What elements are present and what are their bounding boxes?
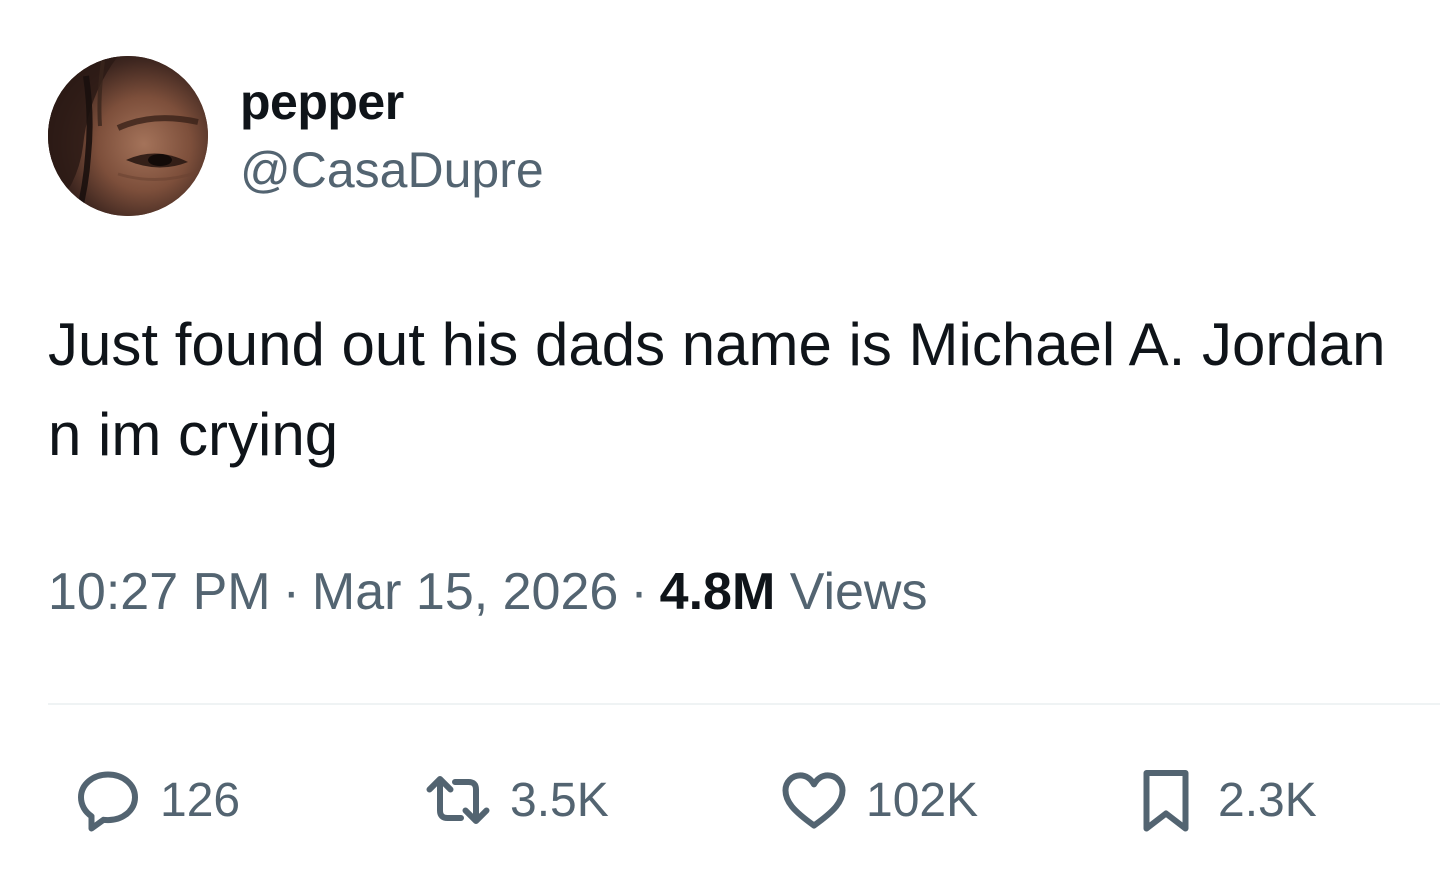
- bookmark-icon: [1124, 758, 1208, 842]
- reply-button[interactable]: 126: [66, 760, 240, 840]
- tweet-meta: 10:27 PM · Mar 15, 2026 · 4.8M Views: [48, 560, 928, 624]
- repost-count: 3.5K: [510, 773, 609, 827]
- meta-separator: ·: [282, 563, 300, 621]
- like-count: 102K: [866, 773, 979, 827]
- tweet-text: Just found out his dads name is Michael …: [48, 311, 1386, 468]
- avatar[interactable]: [48, 56, 208, 216]
- tweet-header: pepper @CasaDupre: [48, 56, 544, 216]
- repost-icon: [416, 758, 500, 842]
- author-display-name[interactable]: pepper: [240, 72, 544, 132]
- meta-separator: ·: [630, 563, 648, 621]
- divider: [48, 703, 1440, 705]
- bookmark-count: 2.3K: [1218, 773, 1317, 827]
- heart-icon: [772, 758, 856, 842]
- bookmark-button[interactable]: 2.3K: [1124, 760, 1317, 840]
- avatar-photo-icon: [48, 56, 208, 216]
- tweet-card: pepper @CasaDupre Just found out his dad…: [0, 0, 1440, 884]
- author-names: pepper @CasaDupre: [240, 72, 544, 200]
- tweet-date[interactable]: Mar 15, 2026: [312, 563, 618, 621]
- tweet-time[interactable]: 10:27 PM: [48, 563, 271, 621]
- reply-count: 126: [160, 773, 241, 827]
- action-bar: 126 3.5K 102K 2.3K: [66, 760, 1366, 840]
- author-handle[interactable]: @CasaDupre: [240, 140, 544, 200]
- repost-button[interactable]: 3.5K: [416, 760, 609, 840]
- reply-icon: [66, 758, 150, 842]
- views-count: 4.8M: [659, 563, 776, 621]
- like-button[interactable]: 102K: [772, 760, 978, 840]
- views-label: Views: [789, 563, 928, 621]
